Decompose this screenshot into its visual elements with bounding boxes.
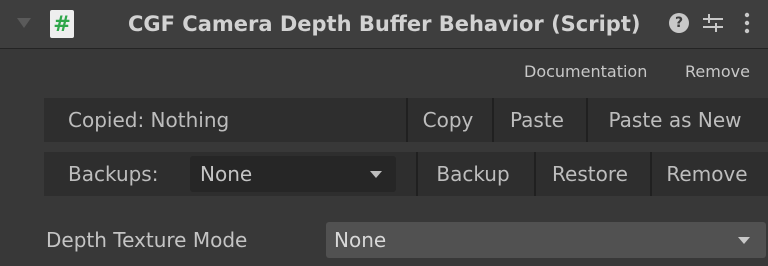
- paste-as-new-button[interactable]: Paste as New: [586, 98, 762, 142]
- dropdown-arrow-icon: [738, 237, 750, 244]
- foldout-triangle-icon[interactable]: [17, 18, 31, 28]
- dropdown-arrow-icon: [370, 171, 382, 178]
- remove-component-link[interactable]: Remove: [685, 59, 750, 85]
- presets-icon[interactable]: [701, 11, 725, 35]
- script-icon-glyph: #: [53, 12, 71, 36]
- copied-status-label: Copied: Nothing: [68, 108, 230, 132]
- help-icon[interactable]: ?: [669, 13, 689, 33]
- component-header[interactable]: # CGF Camera Depth Buffer Behavior (Scri…: [0, 0, 768, 49]
- depth-texture-mode-value: None: [334, 228, 387, 252]
- depth-texture-mode-dropdown[interactable]: None: [326, 222, 766, 258]
- paste-button[interactable]: Paste: [492, 98, 580, 142]
- backups-dropdown[interactable]: None: [190, 156, 396, 192]
- clipboard-row: Copied: Nothing Copy Paste Paste as New: [44, 98, 768, 142]
- remove-backup-button[interactable]: Remove: [650, 152, 762, 196]
- documentation-link[interactable]: Documentation: [524, 59, 647, 85]
- component-title: CGF Camera Depth Buffer Behavior (Script…: [128, 12, 641, 36]
- backups-label: Backups:: [68, 162, 159, 186]
- context-menu-icon[interactable]: [741, 11, 753, 35]
- backups-dropdown-value: None: [200, 162, 253, 186]
- backups-row: Backups: None Backup Restore Remove: [44, 152, 768, 196]
- copy-button[interactable]: Copy: [406, 98, 488, 142]
- backup-button[interactable]: Backup: [416, 152, 528, 196]
- restore-button[interactable]: Restore: [534, 152, 644, 196]
- script-icon: #: [50, 10, 74, 38]
- depth-texture-mode-label: Depth Texture Mode: [46, 228, 248, 252]
